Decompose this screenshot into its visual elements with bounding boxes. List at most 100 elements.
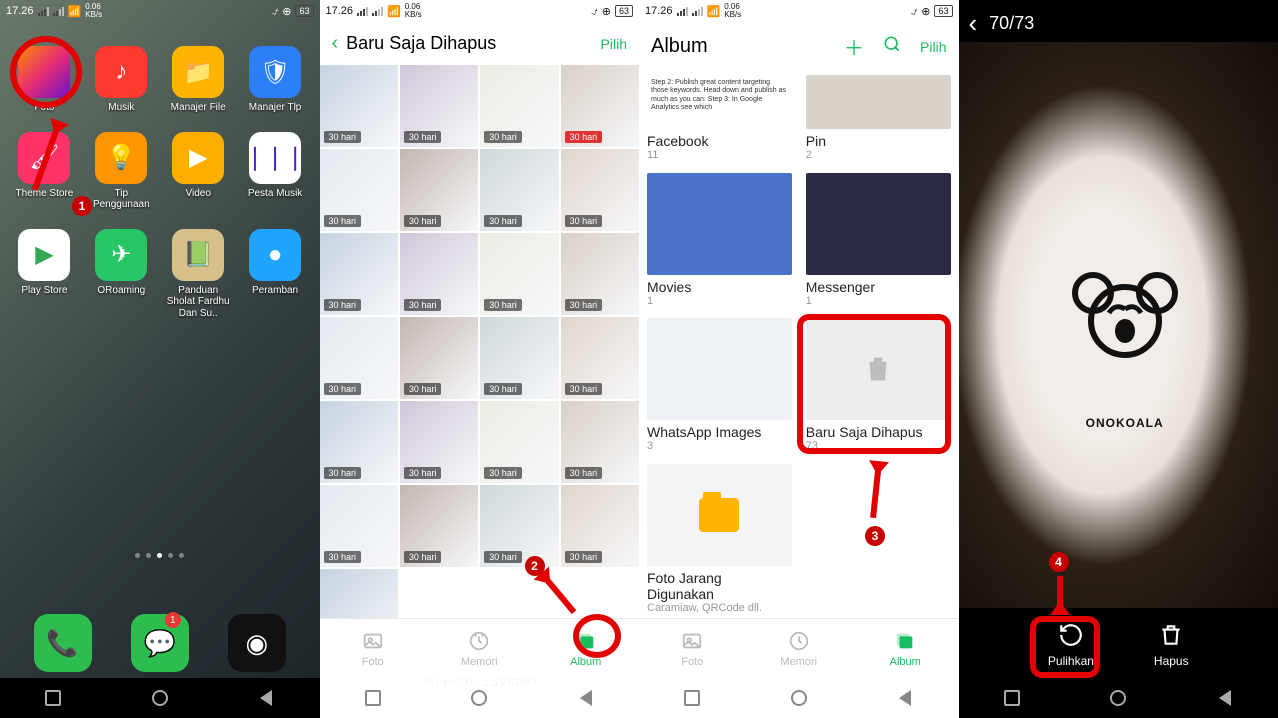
tab-memori[interactable]: Memori [426, 619, 533, 678]
album-thumb [806, 75, 951, 129]
nav-recent[interactable] [639, 678, 746, 718]
app-peramban[interactable]: ●Peramban [241, 229, 310, 320]
album-name: Facebook [647, 133, 792, 149]
photo-cell[interactable]: 30 hari [561, 401, 639, 483]
app-label: Video [185, 188, 210, 200]
album-subtitle: Caramiaw, QRCode dll. [647, 602, 792, 614]
app-foto[interactable]: Foto [10, 46, 79, 114]
app-label: Musik [108, 102, 134, 114]
expiry-tag: 30 hari [404, 383, 442, 395]
app-label: Manajer File [171, 102, 226, 114]
photo-cell[interactable]: 30 hari [480, 401, 558, 483]
app-play-store[interactable]: ▶Play Store [10, 229, 79, 320]
select-button[interactable]: Pilih [920, 39, 946, 55]
photo-cell[interactable]: 30 hari [480, 317, 558, 399]
album-whatsapp-images[interactable]: WhatsApp Images3 [647, 318, 792, 458]
app-video[interactable]: ▶Video [164, 132, 233, 211]
album-count: 3 [647, 440, 792, 452]
bottom-tabs: Foto Memori Album [639, 618, 959, 678]
album-count: 11 [647, 149, 792, 161]
expiry-tag: 30 hari [404, 299, 442, 311]
photo-cell[interactable]: 30 hari [480, 233, 558, 315]
nav-back[interactable] [1172, 678, 1278, 718]
nav-back[interactable] [213, 678, 320, 718]
photo-cell[interactable]: 30 hari [400, 485, 478, 567]
photo-cell[interactable]: 30 hari [561, 149, 639, 231]
photo-cell[interactable]: 30 hari [480, 485, 558, 567]
app-manajer-file[interactable]: 📁Manajer File [164, 46, 233, 114]
album-name: Messenger [806, 279, 951, 295]
album-facebook[interactable]: Step 2: Publish great content targeting … [647, 75, 792, 167]
tab-memori[interactable]: Memori [746, 619, 853, 678]
app-icon: 💡 [95, 132, 147, 184]
expiry-tag: 30 hari [324, 299, 362, 311]
nav-back[interactable] [533, 678, 640, 718]
album-pin[interactable]: Pin2 [806, 75, 951, 167]
app-musik[interactable]: ♪Musik [87, 46, 156, 114]
photo-cell[interactable]: 30 hari [561, 65, 639, 147]
photo-cell[interactable]: 30 hari [400, 149, 478, 231]
album-thumb [647, 173, 792, 275]
nav-recent[interactable] [320, 678, 427, 718]
app-tip-penggunaan[interactable]: 💡 Tip Penggunaan [87, 132, 156, 211]
tab-foto[interactable]: Foto [320, 619, 427, 678]
album-movies[interactable]: Movies1 [647, 173, 792, 313]
app-manajer-tlp[interactable]: 🛡Manajer Tlp [241, 46, 310, 114]
search-icon[interactable] [882, 34, 902, 60]
album-count: 2 [806, 149, 951, 161]
nav-home[interactable] [1065, 678, 1172, 718]
app-label: Panduan Sholat Fardhu Dan Su.. [164, 285, 233, 320]
album-messenger[interactable]: Messenger1 [806, 173, 951, 313]
delete-button[interactable]: Hapus [1154, 622, 1189, 668]
dock-app[interactable]: 📞 [34, 614, 92, 672]
nav-recent[interactable] [0, 678, 107, 718]
annotation-arrow [1057, 576, 1063, 614]
nav-home[interactable] [426, 678, 533, 718]
album-thumb [806, 173, 951, 275]
app-panduan-sholat-fardhu-dan-su-[interactable]: 📗Panduan Sholat Fardhu Dan Su.. [164, 229, 233, 320]
album-thumb: Step 2: Publish great content targeting … [647, 75, 792, 129]
add-icon[interactable]: ＋ [844, 32, 864, 61]
photo-cell[interactable]: 30 hari [320, 317, 398, 399]
signal-1-icon [38, 7, 49, 16]
back-icon[interactable]: ‹ [969, 8, 978, 39]
select-button[interactable]: Pilih [601, 36, 627, 52]
tab-album[interactable]: Album [852, 619, 959, 678]
step-badge-4: 4 [1049, 552, 1069, 572]
highlight-box [1030, 616, 1100, 678]
expiry-tag: 30 hari [484, 383, 522, 395]
photo-cell[interactable]: 30 hari [320, 401, 398, 483]
album-foto-jarang-digunakan[interactable]: Foto Jarang DigunakanCaramiaw, QRCode dl… [647, 464, 792, 620]
expiry-tag: 30 hari [565, 551, 603, 563]
photo-cell[interactable]: 30 hari [400, 401, 478, 483]
photo-cell[interactable]: 30 hari [480, 149, 558, 231]
dock-app[interactable]: 💬1 [131, 614, 189, 672]
tab-foto[interactable]: Foto [639, 619, 746, 678]
photo-cell[interactable]: 30 hari [561, 233, 639, 315]
photo-cell[interactable]: 30 hari [400, 317, 478, 399]
app-oroaming[interactable]: ✈ORoaming [87, 229, 156, 320]
photo-cell[interactable]: 30 hari [320, 65, 398, 147]
app-label: Manajer Tlp [249, 102, 302, 114]
photo-cell[interactable]: 30 hari [480, 65, 558, 147]
photo-cell[interactable]: 30 hari [561, 317, 639, 399]
photo-cell[interactable]: 30 hari [400, 65, 478, 147]
app-label: Tip Penggunaan [87, 188, 156, 211]
dock-app[interactable]: ◉ [228, 614, 286, 672]
photo-cell[interactable]: 30 hari [400, 233, 478, 315]
photo-cell[interactable]: 30 hari [320, 149, 398, 231]
app-icon [18, 46, 70, 98]
photo[interactable]: ONOKOALA [959, 42, 1278, 608]
album-thumb [647, 464, 792, 566]
photo-cell[interactable]: 30 hari [320, 485, 398, 567]
app-pesta-musik[interactable]: ❘❘❘Pesta Musik [241, 132, 310, 211]
nav-home[interactable] [107, 678, 214, 718]
nav-back[interactable] [852, 678, 959, 718]
nav-home[interactable] [746, 678, 853, 718]
nav-recent[interactable] [959, 678, 1066, 718]
photo-cell[interactable]: 30 hari [561, 485, 639, 567]
photo-cell[interactable]: 30 hari [320, 233, 398, 315]
tab-album[interactable]: Album [533, 619, 640, 678]
back-icon[interactable]: ‹ [332, 32, 339, 55]
app-icon: 📞 [34, 614, 92, 672]
